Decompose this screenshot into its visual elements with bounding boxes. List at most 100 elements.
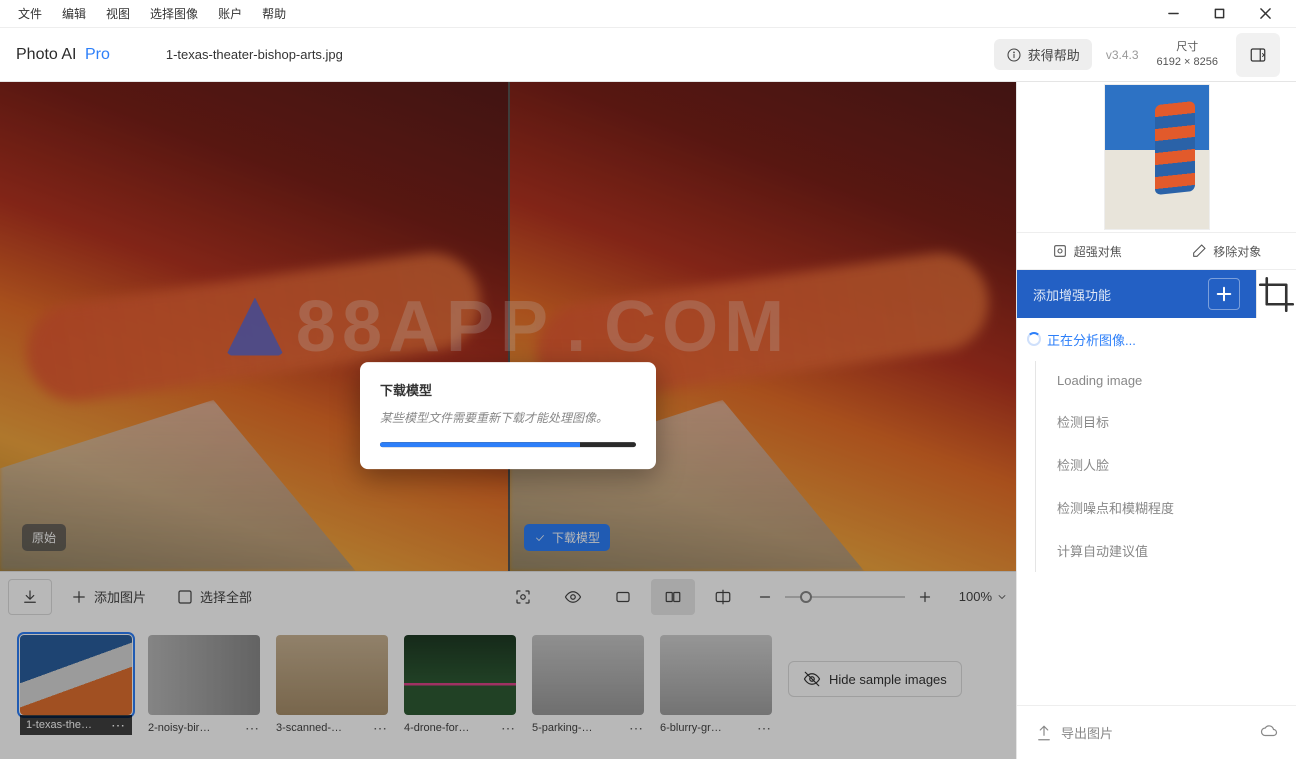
status-analyzing-label: 正在分析图像...: [1047, 333, 1136, 348]
download-progress-bar: [380, 442, 636, 447]
menu-edit[interactable]: 编辑: [52, 5, 96, 22]
download-icon: [21, 588, 39, 606]
thumbnail-label: 3-scanned-…: [276, 722, 368, 734]
menu-bar: 文件 编辑 视图 选择图像 账户 帮助: [0, 0, 1296, 28]
status-detect-noise: 检测噪点和模糊程度: [1017, 486, 1296, 529]
thumbnail-menu-button[interactable]: ⋯: [628, 721, 644, 735]
zoom-value-label: 100%: [959, 589, 992, 604]
add-images-button[interactable]: 添加图片: [58, 579, 158, 615]
status-detect-target: 检测目标: [1017, 400, 1296, 443]
thumbnail-label: 1-texas-the…: [26, 719, 106, 731]
thumbnail-image: [148, 635, 260, 715]
original-badge: 原始: [22, 524, 66, 551]
navigator-thumb: [1104, 84, 1210, 230]
get-help-label: 获得帮助: [1028, 45, 1080, 64]
panel-tool-row: 超强对焦 移除对象: [1017, 232, 1296, 270]
super-focus-label: 超强对焦: [1074, 243, 1122, 260]
menu-view[interactable]: 视图: [96, 5, 140, 22]
checkbox-icon: [176, 588, 194, 606]
plus-small-icon: [916, 588, 934, 606]
thumbnail-item[interactable]: 2-noisy-bir… ⋯: [148, 635, 260, 735]
app-brand: Photo AI Pro: [16, 46, 110, 64]
thumbnail-item[interactable]: 6-blurry-gr… ⋯: [660, 635, 772, 735]
split-slider-icon: [714, 588, 732, 606]
export-images-button[interactable]: 导出图片: [1035, 723, 1113, 742]
zoom-slider[interactable]: [785, 596, 905, 598]
processed-image-pane: 下载模型: [508, 82, 1016, 571]
download-model-dialog: 下载模型 某些模型文件需要重新下载才能处理图像。: [360, 362, 656, 469]
app-tier: Pro: [85, 46, 110, 63]
focus-icon: [1052, 243, 1068, 259]
crop-icon: [1257, 275, 1296, 314]
select-all-label: 选择全部: [200, 587, 252, 606]
eraser-icon: [1191, 243, 1207, 259]
thumbnail-menu-button[interactable]: ⋯: [500, 721, 516, 735]
thumbnail-label: 2-noisy-bir…: [148, 722, 240, 734]
thumbnail-filmstrip: 1-texas-the…⋯2-noisy-bir…⋯3-scanned-…⋯4-…: [0, 621, 1016, 759]
thumbnail-menu-button[interactable]: ⋯: [756, 721, 772, 735]
super-focus-button[interactable]: 超强对焦: [1052, 243, 1122, 260]
thumbnail-image: [532, 635, 644, 715]
export-label: 导出图片: [1061, 723, 1113, 742]
thumbnail-item[interactable]: 1-texas-the… ⋯: [20, 635, 132, 735]
window-close-button[interactable]: [1242, 0, 1288, 28]
dimensions-label: 尺寸: [1157, 40, 1218, 54]
view-single-button[interactable]: [601, 579, 645, 615]
zoom-value-dropdown[interactable]: 100%: [959, 589, 1008, 604]
hide-sample-images-button[interactable]: Hide sample images: [788, 661, 962, 697]
thumbnail-image: [660, 635, 772, 715]
preview-visibility-button[interactable]: [551, 579, 595, 615]
select-all-button[interactable]: 选择全部: [164, 579, 264, 615]
zoom-in-button[interactable]: [911, 579, 939, 615]
toggle-right-panel-button[interactable]: [1236, 33, 1280, 77]
export-icon: [1035, 724, 1053, 742]
thumbnail-label: 4-drone-for…: [404, 722, 496, 734]
dialog-message: 某些模型文件需要重新下载才能处理图像。: [380, 409, 636, 426]
add-enhancement-button[interactable]: 添加增强功能: [1017, 270, 1256, 318]
plus-icon: [70, 588, 88, 606]
image-compare-viewer[interactable]: 原始 下载模型 88APP.COM: [0, 82, 1016, 571]
menu-account[interactable]: 账户: [208, 5, 252, 22]
window-minimize-button[interactable]: [1150, 0, 1196, 28]
status-analyzing: 正在分析图像...: [1017, 318, 1296, 361]
minus-icon: [756, 588, 774, 606]
title-bar: Photo AI Pro 1-texas-theater-bishop-arts…: [0, 28, 1296, 82]
eye-icon: [564, 588, 582, 606]
navigator-preview[interactable]: [1017, 82, 1296, 232]
download-model-badge[interactable]: 下载模型: [524, 524, 610, 551]
thumbnail-label: 6-blurry-gr…: [660, 722, 752, 734]
eye-off-icon: [803, 670, 821, 688]
window-maximize-button[interactable]: [1196, 0, 1242, 28]
cloud-sync-button[interactable]: [1260, 722, 1278, 743]
crop-button[interactable]: [1256, 270, 1296, 318]
menu-file[interactable]: 文件: [8, 5, 52, 22]
status-loading-image: Loading image: [1017, 361, 1296, 400]
current-filename: 1-texas-theater-bishop-arts.jpg: [166, 47, 343, 62]
view-split-slider-button[interactable]: [701, 579, 745, 615]
add-enhancement-label: 添加增强功能: [1033, 285, 1200, 304]
thumbnail-item[interactable]: 5-parking-…⋯: [532, 635, 644, 735]
thumbnail-menu-button[interactable]: ⋯: [110, 718, 126, 732]
dialog-title: 下载模型: [380, 380, 636, 399]
spinner-icon: [1027, 332, 1041, 346]
remove-object-label: 移除对象: [1213, 243, 1261, 260]
auto-detect-button[interactable]: [501, 579, 545, 615]
zoom-out-button[interactable]: [751, 579, 779, 615]
view-side-by-side-button[interactable]: [651, 579, 695, 615]
hide-samples-label: Hide sample images: [829, 672, 947, 687]
thumbnail-menu-button[interactable]: ⋯: [372, 721, 388, 735]
viewer-toolbar: 添加图片 选择全部: [0, 571, 1016, 621]
menu-select-image[interactable]: 选择图像: [140, 5, 208, 22]
add-images-label: 添加图片: [94, 587, 146, 606]
menu-help[interactable]: 帮助: [252, 5, 296, 22]
download-queue-button[interactable]: [8, 579, 52, 615]
check-icon: [534, 532, 546, 544]
info-icon: [1006, 47, 1022, 63]
remove-object-button[interactable]: 移除对象: [1191, 243, 1261, 260]
thumbnail-image: [404, 635, 516, 715]
thumbnail-menu-button[interactable]: ⋯: [244, 721, 260, 735]
get-help-button[interactable]: 获得帮助: [994, 39, 1092, 70]
original-image-pane: 原始: [0, 82, 508, 571]
thumbnail-item[interactable]: 4-drone-for… ⋯: [404, 635, 516, 735]
thumbnail-item[interactable]: 3-scanned-… ⋯: [276, 635, 388, 735]
